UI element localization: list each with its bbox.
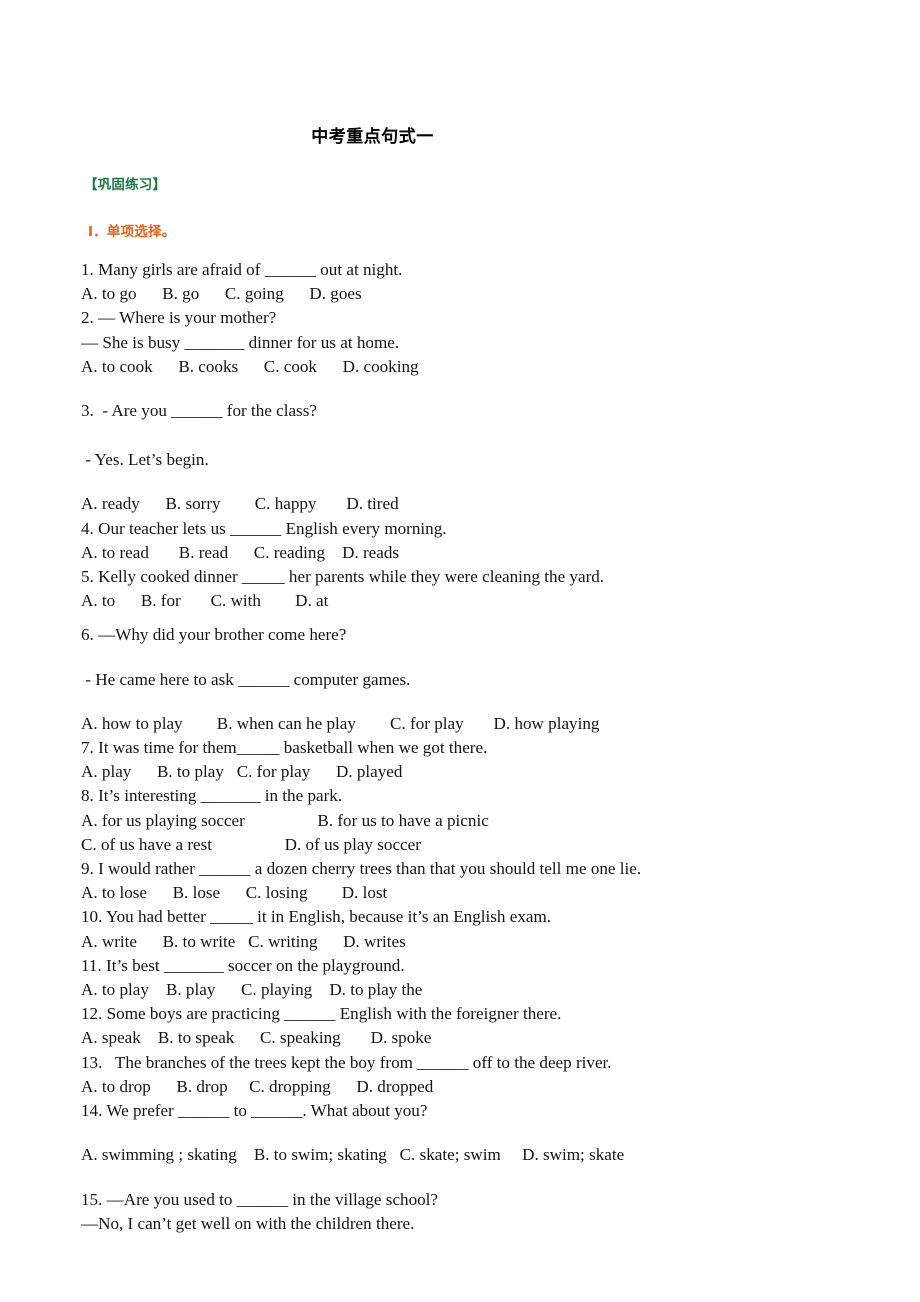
question-list: 1. Many girls are afraid of ______ out a…: [81, 258, 841, 1236]
question-stem: 11. It’s best _______ soccer on the play…: [81, 955, 405, 975]
question-options: A. to play B. play C. playing D. to play…: [81, 980, 423, 1000]
question-options: A. for us playing soccer B. for us to ha…: [81, 810, 489, 830]
question-options: A. to cook B. cooks C. cook D. cooking: [81, 356, 419, 376]
question-stem: 15. —Are you used to ______ in the villa…: [81, 1189, 439, 1209]
question-options: A. write B. to write C. writing D. write…: [81, 931, 406, 951]
question-stem: 5. Kelly cooked dinner _____ her parents…: [81, 567, 605, 587]
question-options: - Yes. Let’s begin.: [81, 450, 209, 470]
section-heading-practice: 【巩固练习】: [84, 177, 167, 193]
question-options: A. ready B. sorry C. happy D. tired: [81, 494, 399, 514]
question-options: —No, I can’t get well on with the childr…: [81, 1213, 415, 1233]
question-stem: 10. You had better _____ it in English, …: [81, 907, 552, 927]
question-options: — She is busy _______ dinner for us at h…: [81, 332, 400, 352]
question-stem: 7. It was time for them_____ basketball …: [81, 738, 488, 758]
question-stem: 9. I would rather ______ a dozen cherry …: [81, 859, 642, 879]
question-options: A. to drop B. drop C. dropping D. droppe…: [81, 1076, 434, 1096]
question-options: A. speak B. to speak C. speaking D. spok…: [81, 1028, 432, 1048]
question-stem: 12. Some boys are practicing ______ Engl…: [81, 1004, 562, 1024]
question-stem: 14. We prefer ______ to ______. What abo…: [81, 1101, 428, 1121]
question-options: A. how to play B. when can he play C. fo…: [81, 713, 600, 733]
question-stem: 8. It’s interesting _______ in the park.: [81, 786, 343, 806]
question-stem: 3. - Are you ______ for the class?: [81, 401, 317, 421]
question-options: A. to go B. go C. going D. goes: [81, 284, 362, 304]
question-options: - He came here to ask ______ computer ga…: [81, 669, 411, 689]
question-stem: 4. Our teacher lets us ______ English ev…: [81, 518, 447, 538]
question-stem: 2. — Where is your mother?: [81, 308, 277, 328]
question-options: A. to read B. read C. reading D. reads: [81, 542, 400, 562]
question-options: A. swimming ; skating B. to swim; skatin…: [81, 1145, 625, 1165]
question-options: A. to B. for C. with D. at: [81, 591, 329, 611]
section-heading-multiple-choice: Ⅰ．单项选择。: [88, 224, 176, 240]
question-stem: 13. The branches of the trees kept the b…: [81, 1052, 612, 1072]
question-stem: 1. Many girls are afraid of ______ out a…: [81, 260, 403, 279]
page-title: 中考重点句式一: [311, 127, 434, 147]
question-options: A. to lose B. lose C. losing D. lost: [81, 883, 388, 903]
question-options: A. play B. to play C. for play D. played: [81, 762, 403, 782]
question-options: C. of us have a rest D. of us play socce…: [81, 834, 421, 854]
question-stem: 6. —Why did your brother come here?: [81, 625, 347, 645]
document-page: 中考重点句式一 【巩固练习】 Ⅰ．单项选择。 1. Many girls are…: [0, 0, 920, 1302]
